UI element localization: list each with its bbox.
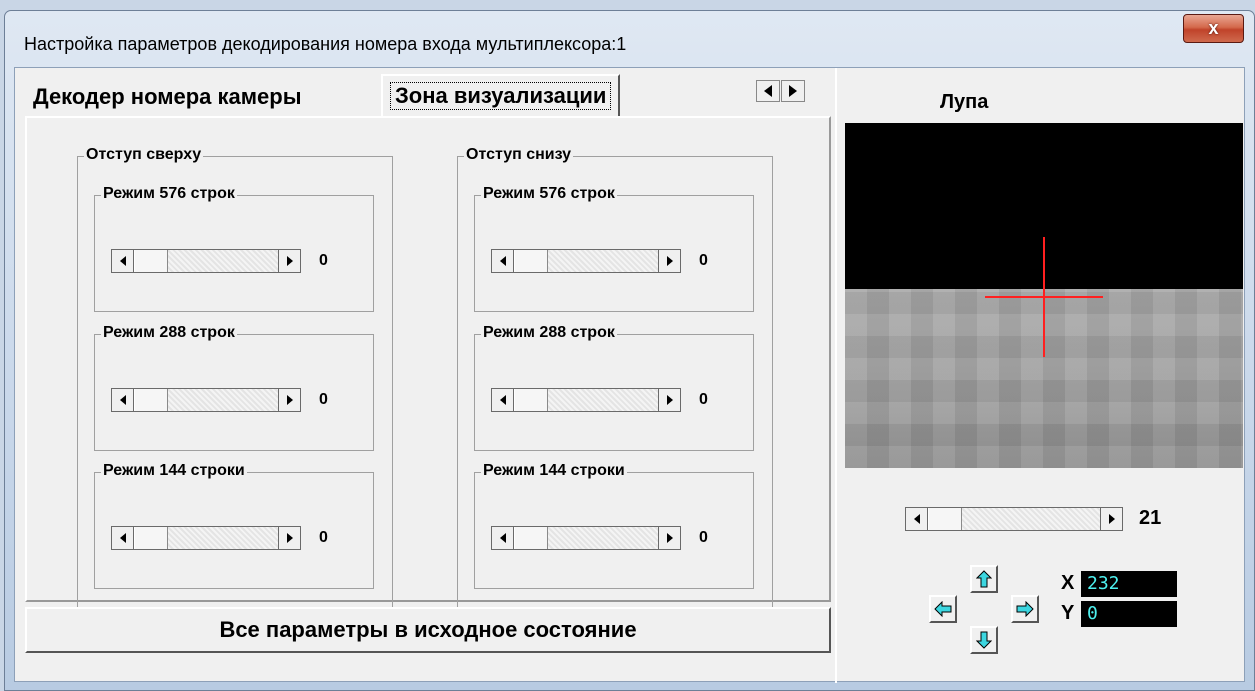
crosshair-vertical (1043, 237, 1045, 357)
slider-value: 0 (699, 529, 708, 546)
slider-left-arrow[interactable] (906, 508, 928, 530)
bottom-mode-144-group: Режим 144 строки 0 (474, 462, 754, 589)
triangle-right-icon (666, 395, 673, 405)
triangle-left-icon (499, 256, 506, 266)
mode-label: Режим 576 строк (481, 185, 617, 203)
triangle-left-icon (499, 395, 506, 405)
zoom-value: 21 (1139, 507, 1162, 529)
slider-value: 0 (319, 391, 328, 408)
slider-right-arrow[interactable] (658, 389, 680, 411)
triangle-right-icon (286, 256, 293, 266)
slider-value: 0 (699, 252, 708, 269)
slider-value: 0 (699, 391, 708, 408)
slider-value: 0 (319, 529, 328, 546)
move-down-button[interactable] (970, 626, 998, 654)
tab-camera-decoder[interactable]: Декодер номера камеры (27, 78, 308, 116)
settings-pane: Декодер номера камеры Зона визуализации … (15, 68, 835, 683)
move-up-button[interactable] (970, 565, 998, 593)
reset-all-button[interactable]: Все параметры в исходное состояние (25, 607, 831, 653)
top-288-slider[interactable] (111, 388, 301, 412)
triangle-left-icon (499, 533, 506, 543)
triangle-right-icon (286, 533, 293, 543)
bottom-offset-group: Отступ снизу Режим 576 строк 0 Режим 288… (457, 146, 773, 609)
bottom-144-slider[interactable] (491, 526, 681, 550)
triangle-left-icon (913, 514, 920, 524)
magnifier-pane: Лупа 21 X 232 Y 0 (835, 68, 1245, 683)
top-mode-288-group: Режим 288 строк 0 (94, 324, 374, 451)
tab-scroll-right-button[interactable] (781, 80, 805, 102)
y-label: Y (1061, 602, 1075, 624)
close-button[interactable]: x (1183, 14, 1244, 43)
slider-right-arrow[interactable] (278, 389, 300, 411)
slider-right-arrow[interactable] (1100, 508, 1122, 530)
magnifier-view (845, 123, 1243, 468)
x-label: X (1061, 572, 1075, 594)
triangle-left-icon (119, 395, 126, 405)
y-coordinate-field: 0 (1081, 601, 1177, 627)
tab-content: Отступ сверху Режим 576 строк 0 Режим 28… (25, 116, 831, 609)
move-right-button[interactable] (1011, 595, 1039, 623)
slider-left-arrow[interactable] (112, 389, 134, 411)
triangle-right-icon (789, 85, 797, 97)
dialog-client: Декодер номера камеры Зона визуализации … (14, 67, 1245, 683)
slider-left-arrow[interactable] (112, 527, 134, 549)
top-576-slider[interactable] (111, 249, 301, 273)
triangle-left-icon (764, 85, 772, 97)
slider-thumb[interactable] (134, 250, 168, 272)
arrow-right-icon (1016, 601, 1034, 617)
magnifier-title: Лупа (940, 91, 989, 113)
slider-value: 0 (319, 252, 328, 269)
top-offset-group: Отступ сверху Режим 576 строк 0 Режим 28… (77, 146, 393, 609)
slider-thumb[interactable] (514, 250, 548, 272)
slider-right-arrow[interactable] (278, 250, 300, 272)
bottom-288-slider[interactable] (491, 388, 681, 412)
x-coordinate-field: 232 (1081, 571, 1177, 597)
bottom-576-slider[interactable] (491, 249, 681, 273)
triangle-right-icon (666, 256, 673, 266)
slider-left-arrow[interactable] (112, 250, 134, 272)
tab-visual-zone[interactable]: Зона визуализации (381, 74, 621, 116)
mode-label: Режим 576 строк (101, 185, 237, 203)
top-mode-576-group: Режим 576 строк 0 (94, 185, 374, 312)
slider-thumb[interactable] (134, 389, 168, 411)
mode-label: Режим 288 строк (101, 324, 237, 342)
mode-label: Режим 288 строк (481, 324, 617, 342)
slider-left-arrow[interactable] (492, 389, 514, 411)
bottom-offset-title: Отступ снизу (464, 146, 574, 164)
triangle-right-icon (286, 395, 293, 405)
top-offset-title: Отступ сверху (84, 146, 204, 164)
slider-right-arrow[interactable] (658, 527, 680, 549)
slider-thumb[interactable] (514, 389, 548, 411)
triangle-right-icon (666, 533, 673, 543)
close-icon: x (1208, 18, 1219, 38)
top-mode-144-group: Режим 144 строки 0 (94, 462, 374, 589)
slider-left-arrow[interactable] (492, 527, 514, 549)
slider-left-arrow[interactable] (492, 250, 514, 272)
move-left-button[interactable] (929, 595, 957, 623)
top-144-slider[interactable] (111, 526, 301, 550)
triangle-left-icon (119, 533, 126, 543)
slider-thumb[interactable] (134, 527, 168, 549)
arrow-down-icon (976, 631, 992, 649)
slider-right-arrow[interactable] (658, 250, 680, 272)
bottom-mode-576-group: Режим 576 строк 0 (474, 185, 754, 312)
mode-label: Режим 144 строки (101, 462, 247, 480)
arrow-up-icon (976, 570, 992, 588)
window-title: Настройка параметров декодирования номер… (24, 34, 627, 54)
slider-right-arrow[interactable] (278, 527, 300, 549)
slider-thumb[interactable] (514, 527, 548, 549)
zoom-slider[interactable] (905, 507, 1123, 531)
triangle-right-icon (1108, 514, 1115, 524)
bottom-mode-288-group: Режим 288 строк 0 (474, 324, 754, 451)
tab-scroll-left-button[interactable] (756, 80, 780, 102)
mode-label: Режим 144 строки (481, 462, 627, 480)
triangle-left-icon (119, 256, 126, 266)
arrow-left-icon (934, 601, 952, 617)
slider-thumb[interactable] (928, 508, 962, 530)
